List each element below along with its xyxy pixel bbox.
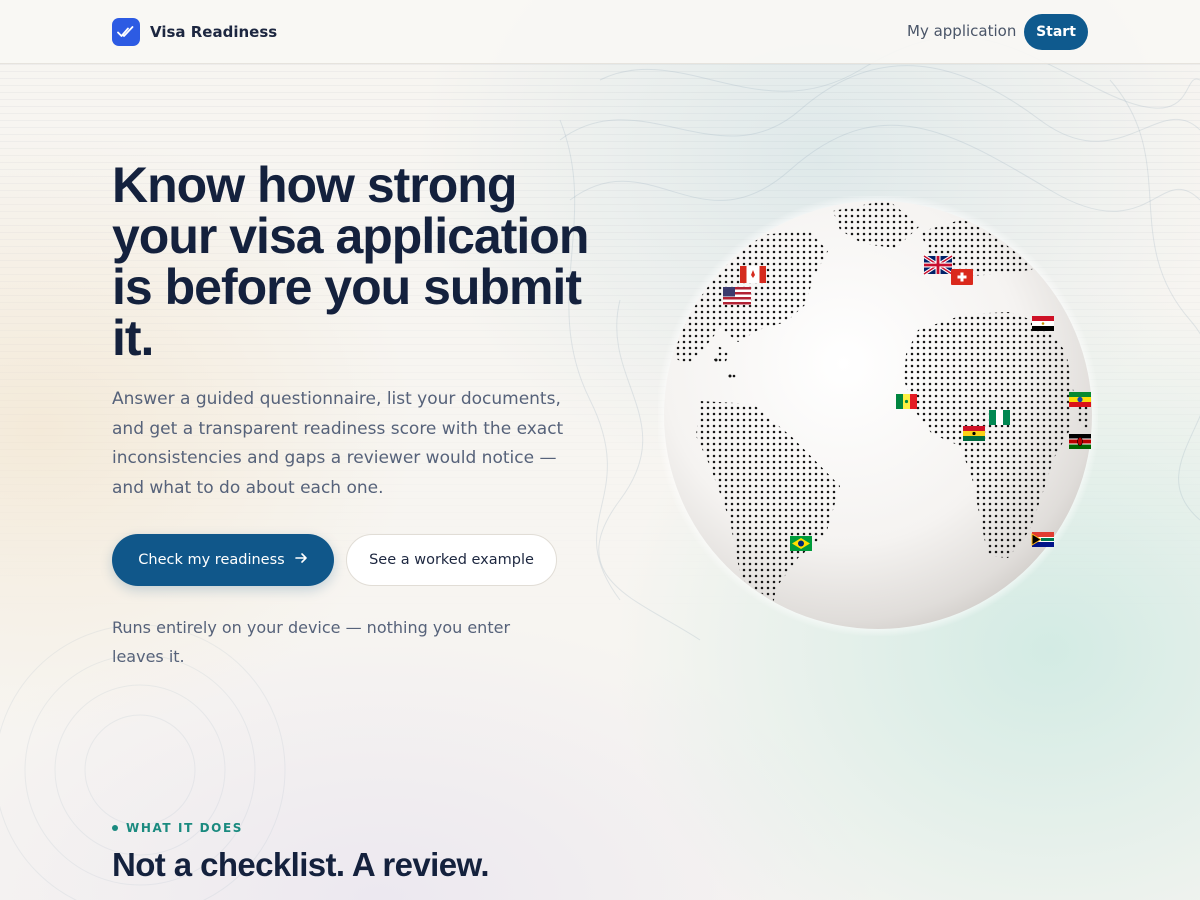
hero-title: Know how strong your visa application is… bbox=[112, 157, 589, 366]
worked-example-button[interactable]: See a worked example bbox=[346, 534, 557, 586]
globe-illustration bbox=[658, 196, 1098, 636]
check-readiness-button[interactable]: Check my readiness bbox=[112, 534, 334, 586]
nigeria-flag bbox=[989, 410, 1010, 425]
egypt-flag bbox=[1032, 316, 1054, 331]
senegal-flag bbox=[896, 394, 917, 409]
ethiopia-flag bbox=[1069, 392, 1091, 407]
south-africa-flag bbox=[1031, 532, 1054, 547]
kenya-flag bbox=[1069, 434, 1091, 449]
my-application-link[interactable]: My application bbox=[907, 22, 1016, 40]
eyebrow-dot bbox=[112, 825, 118, 831]
hero-subtitle: Answer a guided questionnaire, list your… bbox=[112, 389, 564, 498]
ghana-flag bbox=[963, 426, 985, 441]
brand-name: Visa Readiness bbox=[150, 23, 278, 41]
canada-flag bbox=[740, 266, 766, 283]
section-title: Not a checklist. A review. bbox=[112, 846, 489, 883]
section-eyebrow: WHAT IT DOES bbox=[112, 821, 243, 835]
brand[interactable]: Visa Readiness bbox=[112, 18, 277, 46]
arrow-right-icon bbox=[294, 552, 308, 568]
privacy-note: Runs entirely on your device — nothing y… bbox=[112, 618, 511, 666]
double-check-icon bbox=[112, 18, 140, 46]
section-eyebrow-label: WHAT IT DOES bbox=[126, 821, 244, 835]
check-readiness-label: Check my readiness bbox=[138, 552, 285, 568]
start-button[interactable]: Start bbox=[1024, 14, 1088, 50]
usa-flag bbox=[723, 287, 751, 305]
uk-flag bbox=[923, 254, 953, 276]
brazil-flag bbox=[790, 536, 812, 551]
switzerland-flag bbox=[951, 269, 973, 285]
top-nav-bar: Visa Readiness My application Start bbox=[0, 0, 1200, 64]
